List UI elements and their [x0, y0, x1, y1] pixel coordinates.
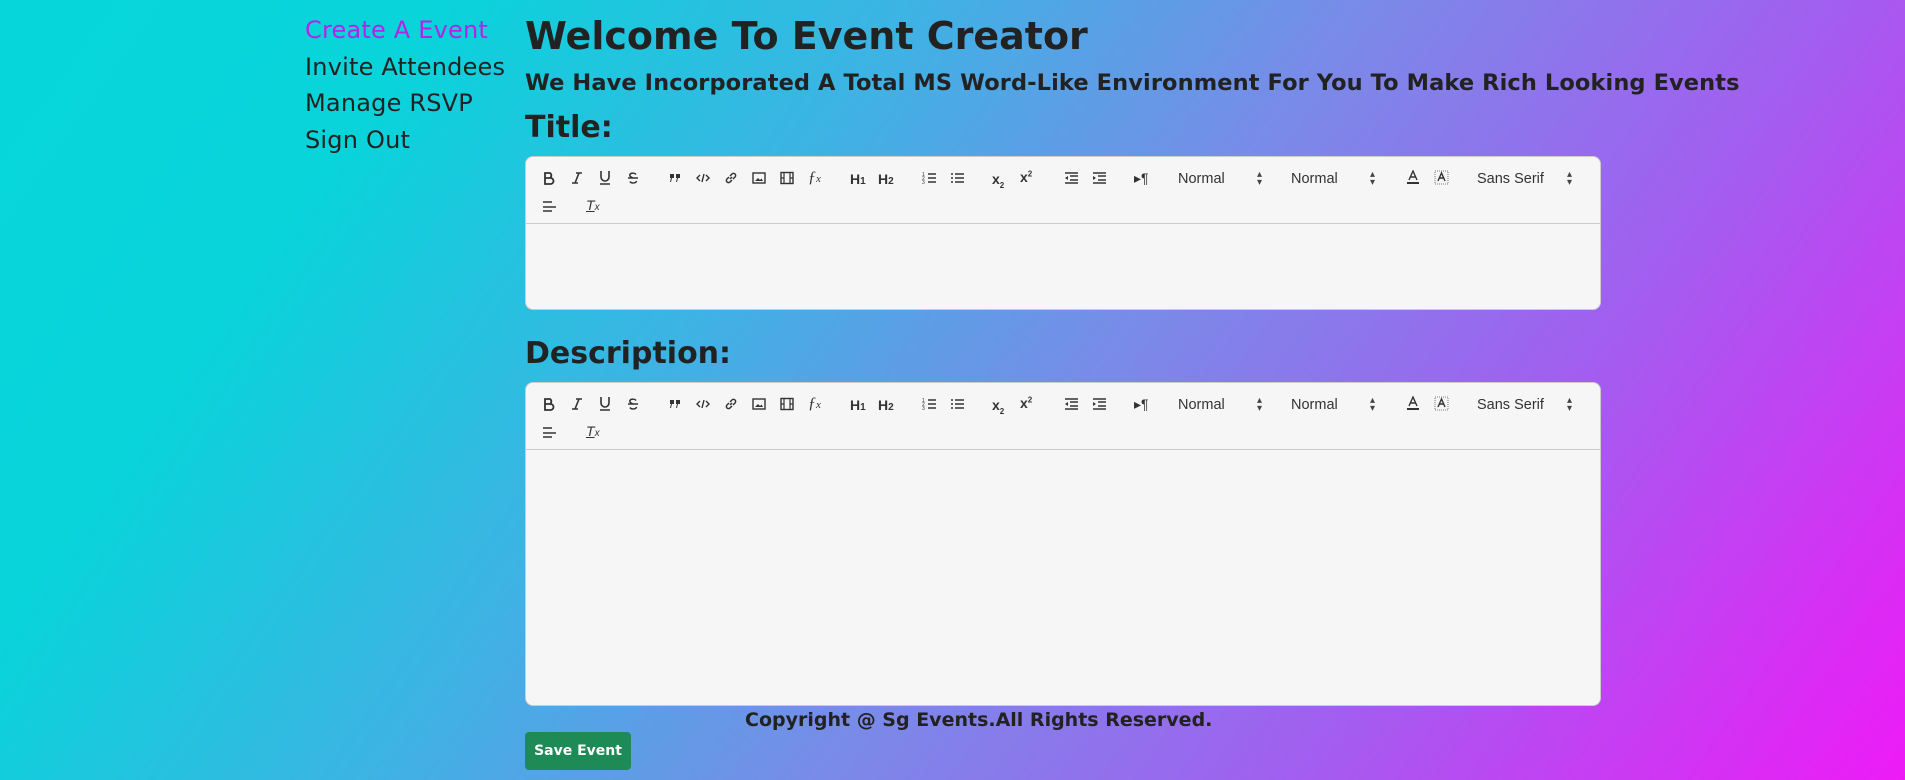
title-toolbar: ƒx H1 H2 123 x2 x2 ▸¶ Normal ▴ ▾ Normal ▴ ▾ … — [525, 156, 1601, 224]
italic-icon[interactable] — [570, 171, 584, 185]
nav-invite-attendees[interactable]: Invite Attendees — [305, 49, 505, 86]
video-icon[interactable] — [780, 397, 794, 411]
bullet-list-icon[interactable] — [950, 397, 965, 411]
formula-icon[interactable]: ƒx — [808, 169, 821, 187]
save-event-button[interactable]: Save Event — [525, 732, 631, 770]
nav-manage-rsvp[interactable]: Manage RSVP — [305, 85, 505, 122]
header-2-icon[interactable]: H2 — [878, 171, 894, 187]
underline-icon[interactable] — [598, 396, 612, 411]
ordered-list-icon[interactable]: 123 — [922, 397, 937, 411]
bold-icon[interactable] — [542, 397, 556, 411]
clean-format-icon[interactable]: Tx — [586, 197, 600, 213]
italic-icon[interactable] — [570, 397, 584, 411]
header-1-icon[interactable]: H1 — [850, 171, 866, 187]
clean-format-icon[interactable]: Tx — [586, 423, 600, 439]
svg-text:3: 3 — [922, 180, 925, 185]
ordered-list-icon[interactable]: 123 — [922, 171, 937, 185]
size-select[interactable]: Normal ▴ ▾ — [1291, 396, 1375, 414]
title-label: Title: — [525, 110, 613, 145]
background-color-icon[interactable] — [1434, 396, 1449, 411]
blockquote-icon[interactable] — [668, 171, 682, 185]
text-color-icon[interactable] — [1406, 396, 1420, 411]
align-icon[interactable] — [542, 426, 557, 439]
nav-sign-out[interactable]: Sign Out — [305, 122, 505, 159]
header-1-icon[interactable]: H1 — [850, 397, 866, 413]
size-select[interactable]: Normal ▴ ▾ — [1291, 170, 1375, 188]
header-select[interactable]: Normal ▴ ▾ — [1178, 170, 1262, 188]
blockquote-icon[interactable] — [668, 397, 682, 411]
align-icon[interactable] — [542, 200, 557, 213]
bullet-list-icon[interactable] — [950, 171, 965, 185]
description-label: Description: — [525, 336, 732, 371]
image-icon[interactable] — [752, 171, 766, 185]
bold-icon[interactable] — [542, 171, 556, 185]
title-editor: ƒx H1 H2 123 x2 x2 ▸¶ Normal ▴ ▾ Normal ▴ ▾ … — [525, 156, 1601, 310]
page-subtitle: We Have Incorporated A Total MS Word-Lik… — [525, 70, 1740, 96]
code-icon[interactable] — [696, 397, 710, 411]
formula-icon[interactable]: ƒx — [808, 395, 821, 413]
link-icon[interactable] — [724, 397, 738, 411]
description-toolbar: ƒx H1 H2 123 x2 x2 ▸¶ Normal ▴ ▾ Normal ▴ ▾ … — [525, 382, 1601, 450]
description-editor-content[interactable] — [525, 450, 1601, 706]
text-color-icon[interactable] — [1406, 170, 1420, 185]
indent-icon[interactable] — [1092, 397, 1107, 411]
header-2-icon[interactable]: H2 — [878, 397, 894, 413]
outdent-icon[interactable] — [1064, 397, 1079, 411]
background-color-icon[interactable] — [1434, 170, 1449, 185]
page-title: Welcome To Event Creator — [525, 14, 1088, 58]
subscript-icon[interactable]: x2 — [992, 397, 1004, 416]
code-icon[interactable] — [696, 171, 710, 185]
header-select[interactable]: Normal ▴ ▾ — [1178, 396, 1262, 414]
superscript-icon[interactable]: x2 — [1020, 169, 1032, 185]
side-nav: Create A Event Invite Attendees Manage R… — [305, 12, 505, 159]
link-icon[interactable] — [724, 171, 738, 185]
strike-icon[interactable] — [626, 397, 640, 411]
indent-icon[interactable] — [1092, 171, 1107, 185]
text-direction-icon[interactable]: ▸¶ — [1134, 170, 1149, 187]
strike-icon[interactable] — [626, 171, 640, 185]
footer-copyright: Copyright @ Sg Events.All Rights Reserve… — [745, 709, 1213, 731]
outdent-icon[interactable] — [1064, 171, 1079, 185]
svg-text:3: 3 — [922, 406, 925, 411]
image-icon[interactable] — [752, 397, 766, 411]
underline-icon[interactable] — [598, 170, 612, 185]
video-icon[interactable] — [780, 171, 794, 185]
font-select[interactable]: Sans Serif ▴ ▾ — [1477, 396, 1572, 414]
description-editor: ƒx H1 H2 123 x2 x2 ▸¶ Normal ▴ ▾ Normal ▴ ▾ … — [525, 382, 1601, 706]
text-direction-icon[interactable]: ▸¶ — [1134, 396, 1149, 413]
superscript-icon[interactable]: x2 — [1020, 395, 1032, 411]
font-select[interactable]: Sans Serif ▴ ▾ — [1477, 170, 1572, 188]
title-editor-content[interactable] — [525, 224, 1601, 310]
subscript-icon[interactable]: x2 — [992, 171, 1004, 190]
nav-create-event[interactable]: Create A Event — [305, 12, 505, 49]
